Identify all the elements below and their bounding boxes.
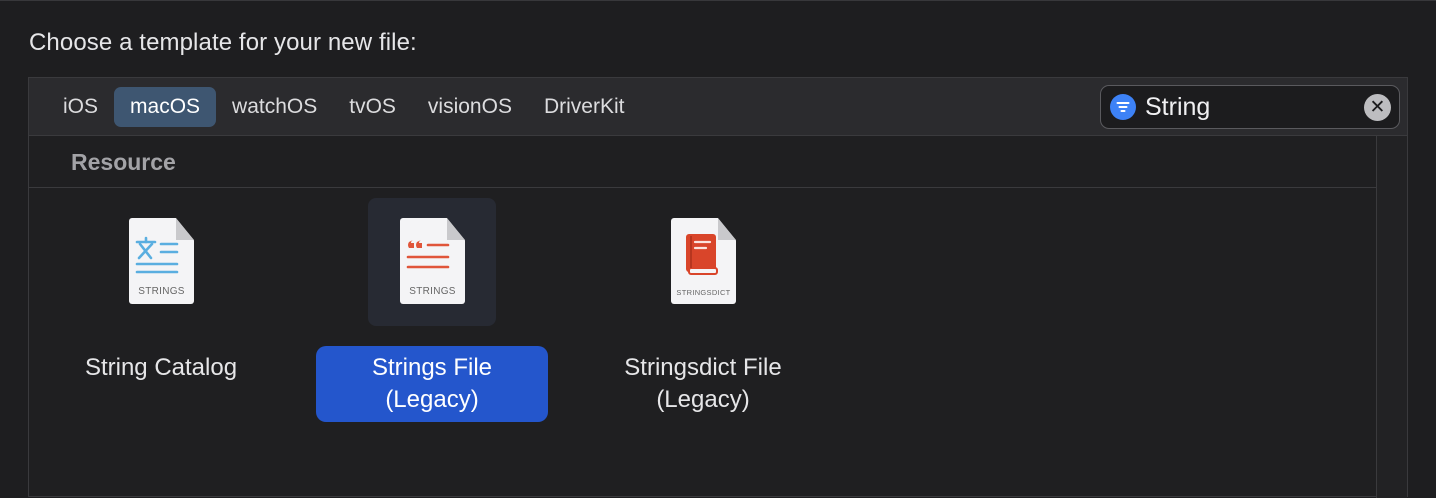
string-catalog-icon: STRINGS	[97, 198, 225, 326]
platform-toolbar: iOS macOS watchOS tvOS visionOS DriverKi…	[29, 78, 1407, 136]
tab-driverkit[interactable]: DriverKit	[528, 87, 641, 127]
template-strings-file[interactable]: STRINGS Strings File (Legacy)	[308, 198, 556, 422]
template-label-text: Strings File (Legacy)	[371, 354, 493, 413]
template-panel: iOS macOS watchOS tvOS visionOS DriverKi…	[28, 77, 1408, 498]
search-input[interactable]	[1145, 92, 1355, 122]
template-stringsdict-file[interactable]: STRINGSDICT Stringsdict File (Legacy)	[579, 198, 827, 422]
strings-file-icon: STRINGS	[368, 198, 496, 326]
template-string-catalog[interactable]: STRINGS String Catalog	[37, 198, 285, 390]
stringsdict-file-icon: STRINGSDICT	[639, 198, 767, 326]
platform-tabs: iOS macOS watchOS tvOS visionOS DriverKi…	[47, 87, 640, 127]
template-label: String Catalog	[45, 346, 277, 390]
section-header: Resource	[29, 136, 1376, 188]
tab-visionos[interactable]: visionOS	[412, 87, 528, 127]
filter-icon[interactable]	[1110, 94, 1136, 120]
template-label: Stringsdict File (Legacy)	[587, 346, 819, 422]
template-label-text: Stringsdict File (Legacy)	[624, 354, 782, 413]
template-label: Strings File (Legacy)	[316, 346, 548, 422]
tab-ios[interactable]: iOS	[47, 87, 114, 127]
search-field[interactable]: ✕	[1100, 85, 1400, 129]
icon-caption: STRINGS	[409, 286, 456, 297]
tab-tvos[interactable]: tvOS	[333, 87, 412, 127]
tab-macos[interactable]: macOS	[114, 87, 217, 127]
book-icon	[686, 234, 718, 275]
sheet-prompt: Choose a template for your new file:	[29, 29, 417, 56]
clear-icon[interactable]: ✕	[1364, 94, 1391, 121]
new-file-sheet: Choose a template for your new file: iOS…	[0, 0, 1436, 498]
scrollbar[interactable]	[1376, 136, 1407, 498]
template-label-text: String Catalog	[84, 354, 238, 381]
section-title: Resource	[71, 149, 176, 175]
tab-watchos[interactable]: watchOS	[216, 87, 333, 127]
quote-lines-icon	[406, 240, 450, 269]
icon-caption: STRINGS	[138, 286, 185, 297]
translate-glyph-icon	[135, 236, 179, 274]
icon-caption: STRINGSDICT	[676, 288, 731, 297]
